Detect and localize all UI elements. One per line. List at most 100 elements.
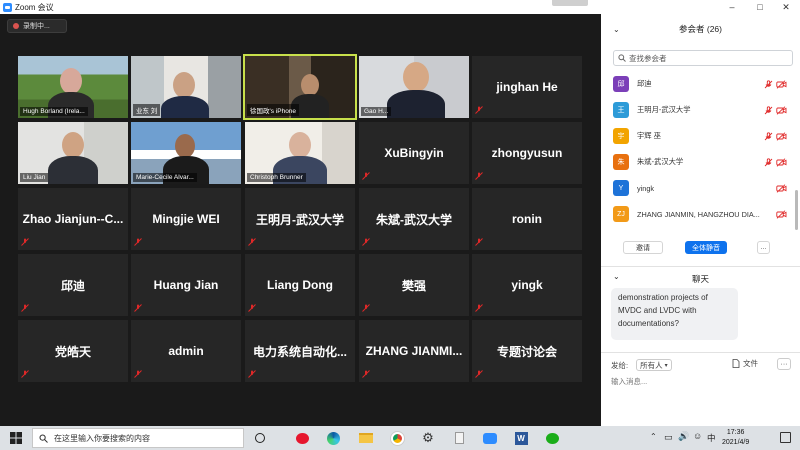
video-off-icon[interactable]: [776, 209, 787, 219]
participant-row[interactable]: 朱 朱斌-武汉大学: [601, 149, 793, 175]
mic-muted-icon[interactable]: [764, 105, 773, 115]
participant-name: Zhao Jianjun--C...: [22, 212, 124, 226]
name-tile[interactable]: Liang Dong: [245, 254, 355, 316]
minimize-icon[interactable]: –: [722, 0, 742, 14]
mic-muted-icon: [362, 238, 370, 246]
notifications-icon[interactable]: [780, 432, 791, 443]
video-tile-active-speaker[interactable]: 徐国政's iPhone: [243, 54, 357, 120]
view-toggle-handle[interactable]: [552, 0, 588, 6]
name-tile[interactable]: ZHANG JIANMI...: [359, 320, 469, 382]
recipient-value: 所有人: [640, 360, 663, 370]
windows-start-icon[interactable]: [10, 432, 22, 444]
video-tile[interactable]: Hugh Borland (Irela...: [18, 56, 128, 118]
chat-message-input[interactable]: 输入消息...: [611, 376, 647, 387]
name-tile[interactable]: 专题讨论会: [472, 320, 582, 382]
participant-row[interactable]: 宇 宇辉 巫: [601, 123, 793, 149]
person-icon: [173, 72, 195, 98]
taskbar-search-input[interactable]: 在这里输入你要搜索的内容: [32, 428, 244, 448]
name-tile[interactable]: 王明月-武汉大学: [245, 188, 355, 250]
close-icon[interactable]: ✕: [776, 0, 796, 14]
right-sidebar: ⌄ 参会者 (26) 查找参会者 邱 邱迪 王 王明月-武汉大学 宇 宇辉 巫 …: [601, 14, 800, 426]
name-tile[interactable]: 党皓天: [18, 320, 128, 382]
name-tile[interactable]: admin: [131, 320, 241, 382]
sidebar-scrollbar[interactable]: [795, 190, 798, 230]
mute-all-button[interactable]: 全体静音: [685, 241, 727, 254]
participant-list-name: 朱斌-武汉大学: [637, 157, 684, 166]
section-divider: [601, 266, 800, 267]
name-tile[interactable]: ronin: [472, 188, 582, 250]
person-icon: [403, 62, 429, 92]
name-tile[interactable]: jinghan He: [472, 56, 582, 118]
word-app-icon[interactable]: W: [513, 430, 529, 446]
video-off-icon[interactable]: [776, 105, 787, 115]
volume-icon[interactable]: 🔊: [678, 431, 689, 442]
maximize-icon[interactable]: □: [750, 0, 770, 14]
person-icon: [301, 74, 319, 96]
edge-browser-icon[interactable]: [325, 430, 341, 446]
document-icon[interactable]: [451, 430, 467, 446]
video-off-icon[interactable]: [776, 131, 787, 141]
video-tile[interactable]: 业东 刘: [131, 56, 241, 118]
video-off-icon[interactable]: [776, 79, 787, 89]
name-tile[interactable]: 樊强: [359, 254, 469, 316]
chrome-browser-icon[interactable]: [389, 430, 405, 446]
network-icon[interactable]: ▭: [664, 432, 673, 443]
zoom-app-icon[interactable]: [482, 430, 498, 446]
name-tile[interactable]: Zhao Jianjun--C...: [18, 188, 128, 250]
ime-indicator[interactable]: 中: [707, 432, 716, 444]
video-tile[interactable]: Gao H...: [359, 56, 469, 118]
name-tile[interactable]: 邱迪: [18, 254, 128, 316]
mic-muted-icon: [134, 370, 142, 378]
avatar: Y: [613, 180, 629, 196]
name-tile[interactable]: Mingjie WEI: [131, 188, 241, 250]
video-tile[interactable]: Marie-Cecile Alvar...: [131, 122, 241, 184]
more-options-button[interactable]: ...: [757, 241, 770, 254]
taskbar-search-placeholder: 在这里输入你要搜索的内容: [54, 433, 150, 443]
person-icon: [289, 132, 311, 158]
search-icon: [618, 54, 626, 62]
participant-row[interactable]: 邱 邱迪: [601, 71, 793, 97]
name-tile[interactable]: 电力系统自动化...: [245, 320, 355, 382]
name-tile[interactable]: XuBingyin: [359, 122, 469, 184]
avatar: ZJ: [613, 206, 629, 222]
mic-muted-icon[interactable]: [764, 157, 773, 167]
settings-gear-icon[interactable]: ⚙: [420, 430, 436, 446]
task-view-icon[interactable]: [252, 430, 268, 446]
name-tile[interactable]: 朱斌-武汉大学: [359, 188, 469, 250]
mic-muted-icon: [475, 238, 483, 246]
participant-name: Liu Jian: [20, 173, 49, 182]
name-tile[interactable]: yingk: [472, 254, 582, 316]
participant-list-name: yingk: [637, 183, 655, 193]
file-icon: [732, 359, 740, 368]
video-tile[interactable]: Christoph Brunner: [245, 122, 355, 184]
wechat-icon[interactable]: [544, 430, 560, 446]
participant-row[interactable]: 王 王明月-武汉大学: [601, 97, 793, 123]
file-button[interactable]: 文件: [732, 358, 758, 369]
participant-row[interactable]: ZJ ZHANG JIANMIN, HANGZHOU DIA...: [601, 201, 793, 227]
participant-name: 邱迪: [60, 278, 85, 293]
video-off-icon[interactable]: [776, 157, 787, 167]
participant-search-input[interactable]: 查找参会者: [613, 50, 793, 66]
recording-indicator[interactable]: 录制中...: [7, 19, 67, 33]
weibo-icon[interactable]: [294, 430, 310, 446]
chat-more-button[interactable]: ···: [777, 358, 791, 370]
participant-row[interactable]: Y yingk: [601, 175, 793, 201]
show-hidden-icons-chevron-icon[interactable]: ⌃: [650, 432, 657, 441]
taskbar-clock[interactable]: 17:36 2021/4/9: [722, 428, 749, 448]
participant-list-name: 王明月-武汉大学: [637, 105, 691, 114]
user-icon[interactable]: ☺: [693, 431, 702, 441]
video-off-icon[interactable]: [776, 183, 787, 193]
clock-time: 17:36: [726, 429, 745, 436]
recording-label: 录制中...: [23, 23, 50, 30]
chat-header: ⌄ 聊天: [601, 270, 800, 286]
invite-button[interactable]: 邀请: [623, 241, 663, 254]
mic-muted-icon[interactable]: [764, 79, 773, 89]
video-tile[interactable]: Liu Jian: [18, 122, 128, 184]
name-tile[interactable]: Huang Jian: [131, 254, 241, 316]
recipient-dropdown[interactable]: 所有人 ▾: [636, 359, 672, 371]
file-explorer-icon[interactable]: [358, 430, 374, 446]
mic-muted-icon: [475, 370, 483, 378]
name-tile[interactable]: zhongyusun: [472, 122, 582, 184]
mic-muted-icon[interactable]: [764, 131, 773, 141]
mic-muted-icon: [134, 304, 142, 312]
